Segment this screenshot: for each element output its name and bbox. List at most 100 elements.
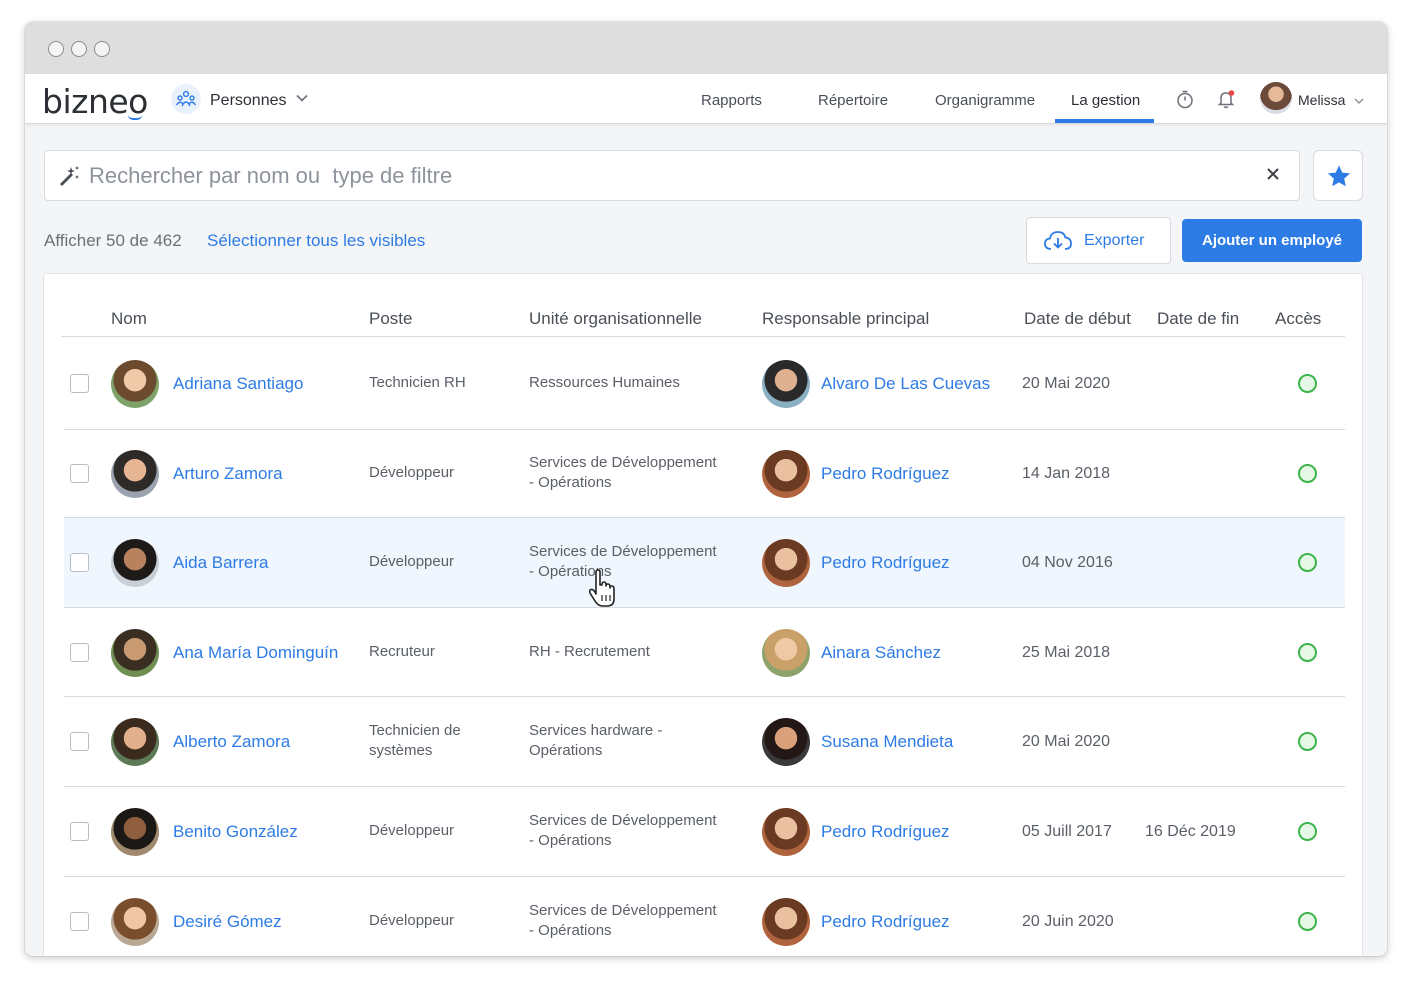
position-line: Développeur bbox=[369, 822, 455, 839]
employee-position: Développeur bbox=[369, 552, 454, 572]
employee-unit: Ressources Humaines bbox=[529, 373, 680, 393]
employee-avatar[interactable] bbox=[111, 360, 159, 408]
table-row[interactable]: Arturo Zamora Développeur Services de Déve… bbox=[64, 430, 1345, 518]
select-all-visible-link[interactable]: Sélectionner tous les visibles bbox=[207, 231, 425, 251]
manager-avatar[interactable] bbox=[762, 360, 810, 408]
favorites-button[interactable] bbox=[1313, 150, 1363, 201]
export-button[interactable]: Exporter bbox=[1026, 217, 1171, 264]
chevron-down-icon[interactable] bbox=[295, 91, 309, 110]
row-checkbox[interactable] bbox=[70, 912, 89, 931]
employee-avatar[interactable] bbox=[111, 718, 159, 766]
nav-organigramme[interactable]: Organigramme bbox=[935, 92, 1035, 109]
table-row[interactable]: Ana María Dominguín Recruteur RH - Recrute… bbox=[64, 608, 1345, 697]
search-bar bbox=[44, 150, 1300, 201]
position-line: Recruteur bbox=[369, 643, 435, 660]
row-checkbox[interactable] bbox=[70, 643, 89, 662]
magic-wand-icon bbox=[57, 164, 81, 193]
employee-name-link[interactable]: Ana María Dominguín bbox=[173, 643, 338, 663]
window-minimize-button[interactable] bbox=[71, 41, 87, 57]
column-header-name[interactable]: Nom bbox=[111, 309, 147, 329]
manager-avatar[interactable] bbox=[762, 629, 810, 677]
employee-avatar[interactable] bbox=[111, 450, 159, 498]
employee-unit: Services de Développement - Opérations bbox=[529, 811, 717, 851]
module-selector[interactable]: Personnes bbox=[210, 92, 287, 110]
unit-line: - Opérations bbox=[529, 474, 612, 491]
column-header-end-date[interactable]: Date de fin bbox=[1157, 309, 1239, 329]
close-icon[interactable] bbox=[1265, 166, 1281, 187]
position-line: Technicien RH bbox=[369, 374, 466, 391]
employee-unit: RH - Recrutement bbox=[529, 642, 650, 662]
column-header-manager[interactable]: Responsable principal bbox=[762, 309, 929, 329]
window-maximize-button[interactable] bbox=[94, 41, 110, 57]
manager-avatar[interactable] bbox=[762, 450, 810, 498]
manager-name-link[interactable]: Pedro Rodríguez bbox=[821, 822, 950, 842]
column-header-start-date[interactable]: Date de début bbox=[1024, 309, 1131, 329]
export-label: Exporter bbox=[1084, 232, 1145, 249]
access-status-indicator bbox=[1298, 912, 1317, 931]
row-checkbox[interactable] bbox=[70, 464, 89, 483]
manager-name-link[interactable]: Susana Mendieta bbox=[821, 732, 953, 752]
nav-repertoire[interactable]: Répertoire bbox=[818, 92, 888, 109]
nav-la-gestion[interactable]: La gestion bbox=[1071, 92, 1140, 109]
chevron-down-icon[interactable] bbox=[1353, 94, 1365, 112]
position-line: systèmes bbox=[369, 742, 433, 759]
window-close-button[interactable] bbox=[48, 41, 64, 57]
user-avatar[interactable] bbox=[1260, 82, 1292, 114]
active-tab-indicator bbox=[1055, 119, 1154, 123]
employee-position: Développeur bbox=[369, 821, 454, 841]
employee-avatar[interactable] bbox=[111, 629, 159, 677]
unit-line: Opérations bbox=[529, 742, 603, 759]
manager-name-link[interactable]: Pedro Rodríguez bbox=[821, 464, 950, 484]
employee-avatar[interactable] bbox=[111, 808, 159, 856]
timer-icon[interactable] bbox=[1175, 89, 1195, 114]
table-row[interactable]: Desiré Gómez Développeur Services de Dével… bbox=[64, 877, 1345, 956]
search-input[interactable] bbox=[89, 159, 1229, 193]
table-row[interactable]: Benito González Développeur Services de Dé… bbox=[64, 787, 1345, 877]
start-date: 05 Juill 2017 bbox=[1022, 823, 1112, 840]
table-row[interactable]: Aida Barrera Développeur Services de Dével… bbox=[64, 518, 1345, 608]
employee-position: Développeur bbox=[369, 463, 454, 483]
row-checkbox[interactable] bbox=[70, 732, 89, 751]
browser-window: bizneo Personnes Rapports Répertoire Org… bbox=[25, 22, 1387, 956]
employee-table: Nom Poste Unité organisationnelle Respon… bbox=[43, 273, 1363, 956]
employee-name-link[interactable]: Alberto Zamora bbox=[173, 732, 290, 752]
access-status-indicator bbox=[1298, 643, 1317, 662]
position-line: Développeur bbox=[369, 912, 455, 929]
employee-name-link[interactable]: Aida Barrera bbox=[173, 553, 268, 573]
table-row[interactable]: Alberto Zamora Technicien de systèmes Servi… bbox=[64, 697, 1345, 787]
employee-name-link[interactable]: Arturo Zamora bbox=[173, 464, 283, 484]
manager-name-link[interactable]: Pedro Rodríguez bbox=[821, 553, 950, 573]
user-name[interactable]: Melissa bbox=[1298, 92, 1345, 108]
manager-avatar[interactable] bbox=[762, 539, 810, 587]
manager-name-link[interactable]: Ainara Sánchez bbox=[821, 643, 941, 663]
unit-line: Services hardware - bbox=[529, 722, 663, 739]
app-header: bizneo Personnes Rapports Répertoire Org… bbox=[25, 74, 1387, 124]
employee-name-link[interactable]: Desiré Gómez bbox=[173, 912, 282, 932]
column-header-position[interactable]: Poste bbox=[369, 309, 412, 329]
employee-avatar[interactable] bbox=[111, 539, 159, 587]
row-checkbox[interactable] bbox=[70, 374, 89, 393]
people-module-icon[interactable] bbox=[171, 84, 201, 114]
access-status-indicator bbox=[1298, 732, 1317, 751]
column-header-unit[interactable]: Unité organisationnelle bbox=[529, 309, 702, 329]
employee-name-link[interactable]: Benito González bbox=[173, 822, 298, 842]
notification-bell-icon[interactable] bbox=[1216, 89, 1236, 114]
add-employee-button[interactable]: Ajouter un employé bbox=[1182, 219, 1362, 262]
employee-name-link[interactable]: Adriana Santiago bbox=[173, 374, 303, 394]
access-status-indicator bbox=[1298, 822, 1317, 841]
table-row[interactable]: Adriana Santiago Technicien RH Ressources … bbox=[64, 337, 1345, 430]
column-header-access[interactable]: Accès bbox=[1275, 309, 1321, 329]
start-date: 20 Mai 2020 bbox=[1022, 375, 1111, 392]
manager-avatar[interactable] bbox=[762, 808, 810, 856]
employee-avatar[interactable] bbox=[111, 898, 159, 946]
manager-name-link[interactable]: Pedro Rodríguez bbox=[821, 912, 950, 932]
result-count: Afficher 50 de 462 bbox=[44, 231, 182, 250]
row-checkbox[interactable] bbox=[70, 553, 89, 572]
position-line: Technicien de bbox=[369, 722, 461, 739]
position-line: Développeur bbox=[369, 464, 455, 481]
manager-avatar[interactable] bbox=[762, 718, 810, 766]
nav-rapports[interactable]: Rapports bbox=[701, 92, 762, 109]
manager-avatar[interactable] bbox=[762, 898, 810, 946]
row-checkbox[interactable] bbox=[70, 822, 89, 841]
manager-name-link[interactable]: Alvaro De Las Cuevas bbox=[821, 374, 990, 394]
